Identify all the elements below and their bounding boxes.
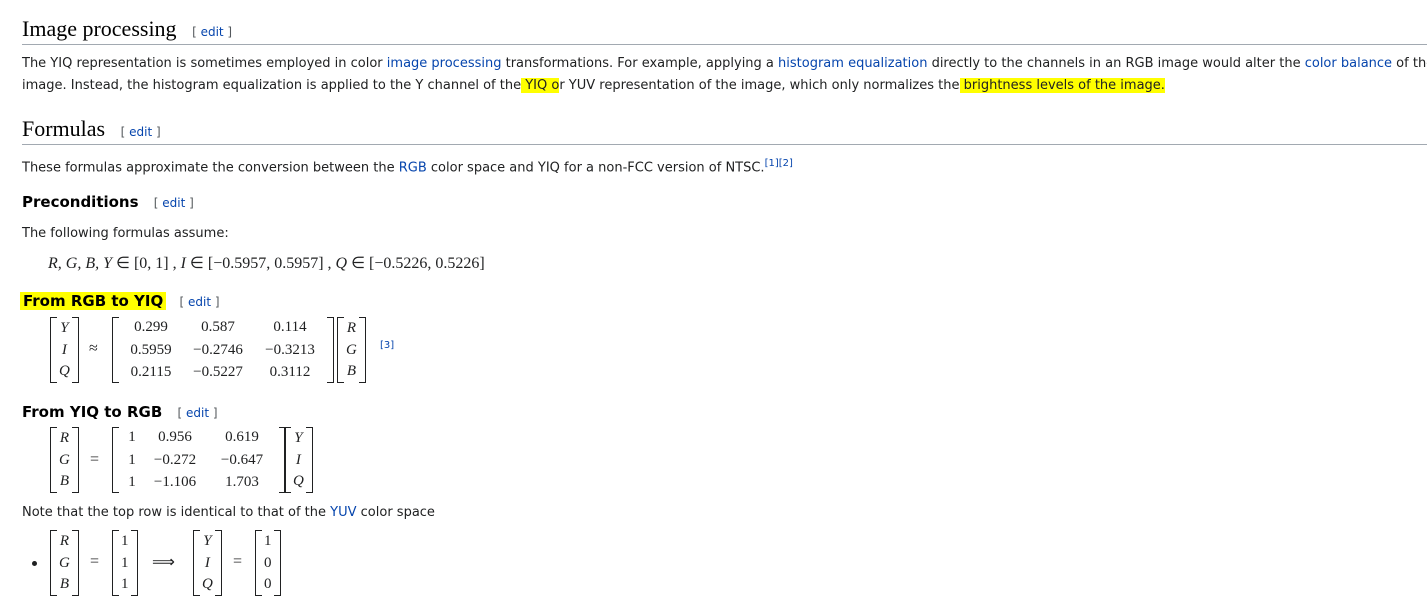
link-color-balance[interactable]: color balance bbox=[1305, 56, 1392, 71]
link-yuv[interactable]: YUV bbox=[330, 505, 356, 520]
edit-link-formulas[interactable]: [ edit ] bbox=[121, 125, 161, 139]
vector-yiq-note: Y I Q bbox=[193, 530, 222, 596]
highlight-brightness: brightness levels of the image. bbox=[959, 78, 1165, 93]
vector-rgb-note: R G B bbox=[50, 530, 79, 596]
edit-link-preconditions[interactable]: [ edit ] bbox=[154, 196, 194, 210]
matrix-yiq-to-rgb: 1 0.956 0.619 1 −0.272 −0.647 1 −1.106 1… bbox=[112, 427, 286, 493]
paragraph-image-processing-line1: The YIQ representation is sometimes empl… bbox=[22, 56, 1427, 71]
equals-sign: = bbox=[90, 553, 100, 570]
edit-link-rgb-to-yiq[interactable]: [ edit ] bbox=[180, 295, 220, 309]
heading-yiq-to-rgb: From YIQ to RGB [ edit ] bbox=[22, 403, 218, 421]
heading-rule bbox=[22, 144, 1427, 145]
preconditions-formula: R, G, B, Y ∈ [0, 1] , I ∈ [−0.5957, 0.59… bbox=[48, 255, 485, 272]
heading-preconditions: Preconditions [ edit ] bbox=[22, 193, 194, 211]
paragraph-image-processing-line2: image. Instead, the histogram equalizati… bbox=[22, 78, 1165, 93]
vector-rgb-lhs: R G B bbox=[50, 427, 79, 493]
vector-rgb-rhs: R G B bbox=[337, 317, 366, 383]
heading-rule bbox=[22, 44, 1427, 45]
edit-link-image-processing[interactable]: [ edit ] bbox=[192, 25, 232, 39]
heading-formulas: Formulas [ edit ] bbox=[22, 116, 161, 141]
edit-link-yiq-to-rgb[interactable]: [ edit ] bbox=[178, 406, 218, 420]
reference-1-2[interactable]: [1][2] bbox=[765, 158, 793, 169]
link-image-processing[interactable]: image processing bbox=[387, 56, 502, 71]
vector-yiq-lhs: Y I Q bbox=[50, 317, 79, 383]
reference-3[interactable]: [3] bbox=[380, 340, 394, 351]
vector-ones: 1 1 1 bbox=[112, 530, 138, 596]
link-rgb[interactable]: RGB bbox=[399, 160, 427, 175]
preconditions-text: The following formulas assume: bbox=[22, 226, 229, 241]
list-bullet bbox=[32, 561, 37, 566]
heading-rgb-to-yiq: From RGB to YIQ [ edit ] bbox=[20, 292, 220, 310]
vector-yiq-rhs: Y I Q bbox=[284, 427, 313, 493]
highlight-yiq: YIQ o bbox=[521, 78, 560, 93]
implies-arrow: ⟹ bbox=[152, 554, 175, 571]
paragraph-formulas: These formulas approximate the conversio… bbox=[22, 158, 793, 176]
approx-sign: ≈ bbox=[89, 340, 98, 357]
equals-sign: = bbox=[233, 553, 243, 570]
heading-image-processing: Image processing [ edit ] bbox=[22, 16, 233, 41]
matrix-rgb-to-yiq: 0.299 0.587 0.114 0.5959 −0.2746 −0.3213… bbox=[112, 317, 334, 383]
equals-sign: = bbox=[90, 451, 100, 468]
note-text: Note that the top row is identical to th… bbox=[22, 505, 435, 520]
link-histogram-equalization[interactable]: histogram equalization bbox=[778, 56, 927, 71]
vector-unit: 1 0 0 bbox=[255, 530, 281, 596]
highlight-rgb-to-yiq: From RGB to YIQ bbox=[20, 292, 167, 310]
